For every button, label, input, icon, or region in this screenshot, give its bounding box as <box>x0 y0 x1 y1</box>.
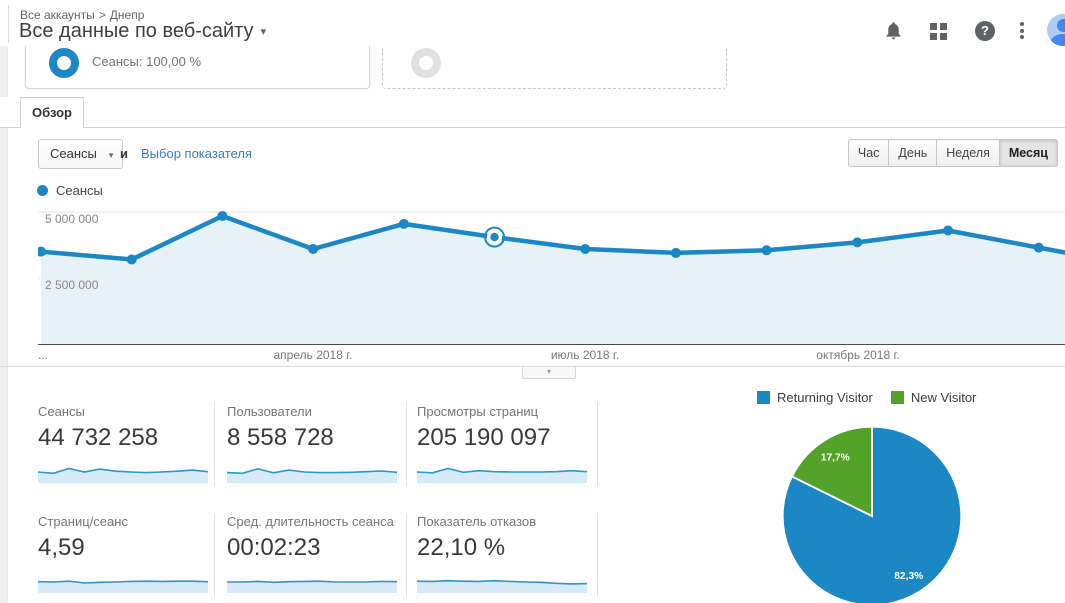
metric-label: Пользователи <box>227 404 312 419</box>
series-dot-icon <box>37 185 48 196</box>
metric-sparkline <box>416 467 588 483</box>
x-axis-labels: ... апрель 2018 г. июль 2018 г. октябрь … <box>38 348 1065 362</box>
card-divider <box>214 402 215 486</box>
metric-label: Показатель отказов <box>417 514 537 529</box>
legend-swatch-new <box>890 391 904 404</box>
xtick-april: апрель 2018 г. <box>273 348 353 362</box>
metric-card-pages-per-session[interactable]: Страниц/сеанс 4,59 <box>37 514 209 598</box>
card-divider <box>406 402 407 486</box>
metric-sparkline <box>37 467 209 483</box>
metric-label: Просмотры страниц <box>417 404 539 419</box>
card-divider <box>214 513 215 597</box>
xtick-july: июль 2018 г. <box>550 348 620 362</box>
legend-label: Returning Visitor <box>777 390 873 405</box>
metric-value: 4,59 <box>38 534 85 561</box>
collapsed-nav-rail <box>0 46 8 603</box>
metric-value: 205 190 097 <box>417 424 551 451</box>
pie-legend: Returning Visitor New Visitor <box>757 390 976 405</box>
metric-card-sessions[interactable]: Сеансы 44 732 258 <box>37 404 209 488</box>
page: Все аккаунты > Днепр Все данные по веб-сай… <box>0 0 1065 603</box>
legend-item-returning-visitor: Returning Visitor <box>757 390 873 405</box>
legend-item-new-visitor: New Visitor <box>890 390 977 405</box>
svg-text:82,3%: 82,3% <box>894 571 923 582</box>
svg-text:17,7%: 17,7% <box>821 453 850 464</box>
metric-card-bounce-rate[interactable]: Показатель отказов 22,10 % <box>416 514 588 598</box>
app-header: Все аккаунты > Днепр Все данные по веб-сай… <box>0 0 1065 46</box>
segment-donut-placeholder-icon <box>411 48 441 78</box>
add-segment-card[interactable] <box>382 46 727 89</box>
series-legend-label: Сеансы <box>56 183 103 198</box>
metric-card-pageviews[interactable]: Просмотры страниц 205 190 097 <box>416 404 588 488</box>
metric-sparkline <box>227 580 398 593</box>
metric-sparkline <box>226 467 398 483</box>
notifications-bell-icon[interactable] <box>883 20 904 46</box>
granularity-hour-button[interactable]: Час <box>847 139 890 167</box>
granularity-button-group: Час День Неделя Месяц <box>847 139 1058 167</box>
legend-swatch-returning <box>757 391 770 404</box>
metric-label: Страниц/сеанс <box>38 514 128 529</box>
xtick-start: ... <box>38 348 49 362</box>
metric-label: Сред. длительность сеанса <box>227 514 394 529</box>
ytick-2-5m: 2 500 000 <box>45 278 99 292</box>
apps-grid-icon[interactable] <box>930 23 947 40</box>
metric-label: Сеансы <box>38 404 85 419</box>
card-divider <box>597 402 598 486</box>
page-title: Все данные по веб-сайту <box>19 20 254 42</box>
metric-sparkline <box>37 580 209 593</box>
sessions-line-chart[interactable]: 5 000 000 2 500 000 <box>38 205 1065 345</box>
metric-dropdown-value: Сеансы <box>50 146 97 161</box>
nav-edge-divider <box>8 5 9 43</box>
user-avatar[interactable] <box>1047 14 1065 46</box>
card-divider <box>406 513 407 597</box>
metric-value: 8 558 728 <box>227 424 334 451</box>
and-label: и <box>120 146 128 161</box>
legend-label: New Visitor <box>910 390 977 405</box>
help-icon[interactable]: ? <box>975 21 995 41</box>
metric-card-users[interactable]: Пользователи 8 558 728 <box>226 404 398 488</box>
sessions-line-chart-canvas[interactable] <box>38 205 1065 344</box>
select-metric-link[interactable]: Выбор показателя <box>141 146 252 161</box>
segment-donut-icon <box>49 48 79 78</box>
property-selector[interactable]: Все данные по веб-сайту ▾ <box>19 20 266 43</box>
visitor-type-pie-chart[interactable]: 82,3% 17,7% <box>779 423 965 603</box>
segment-sessions-share: Сеансы: 100,00 % <box>92 54 202 69</box>
xtick-october: октябрь 2018 г. <box>816 348 900 362</box>
metric-card-avg-session-duration[interactable]: Сред. длительность сеанса 00:02:23 <box>227 514 398 598</box>
report-tab-bar: Обзор <box>0 97 1065 128</box>
metric-sparkline <box>416 579 588 593</box>
granularity-day-button[interactable]: День <box>888 139 938 167</box>
avatar-head <box>1057 19 1065 32</box>
tab-overview[interactable]: Обзор <box>20 97 84 128</box>
metric-value: 00:02:23 <box>227 534 321 561</box>
avatar-body <box>1051 34 1065 46</box>
collapse-chart-button[interactable]: ▾ <box>522 367 576 379</box>
more-vert-icon[interactable] <box>1017 21 1027 40</box>
ytick-5m: 5 000 000 <box>45 212 99 226</box>
metric-dropdown[interactable]: Сеансы ▾ <box>38 139 124 169</box>
chevron-down-icon: ▾ <box>108 150 114 160</box>
card-divider <box>597 513 598 597</box>
segments-strip: Сеансы: 100,00 % <box>8 46 1065 98</box>
chart-legend: Сеансы <box>37 183 103 198</box>
granularity-week-button[interactable]: Неделя <box>936 139 1000 167</box>
segment-card-all-users[interactable]: Сеансы: 100,00 % <box>25 46 370 89</box>
chevron-down-icon: ▾ <box>260 26 267 39</box>
metric-value: 22,10 % <box>417 534 506 561</box>
granularity-month-button[interactable]: Месяц <box>998 139 1058 167</box>
metric-value: 44 732 258 <box>38 424 159 451</box>
